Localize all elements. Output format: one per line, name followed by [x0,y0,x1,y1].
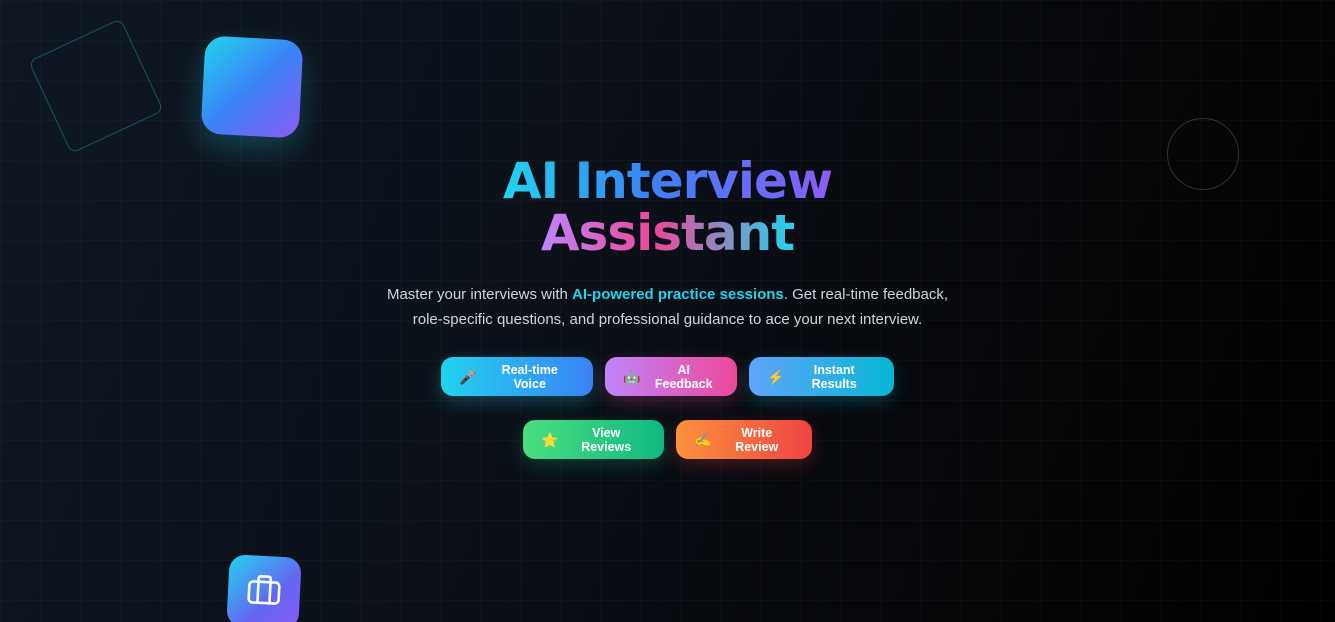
title-line-2: Assistant [540,204,795,262]
feature-button-row: 🎤 Real-time Voice 🤖 AI Feedback ⚡ Instan… [0,357,1335,396]
instant-results-label: Instant Results [811,362,857,391]
ai-feedback-button[interactable]: 🤖 AI Feedback [605,357,737,396]
decorative-gradient-square [200,35,304,139]
robot-icon: 🤖 [623,368,641,385]
view-reviews-label: View Reviews [581,425,632,454]
microphone-icon: 🎤 [459,368,477,385]
write-review-button[interactable]: ✍ Write Review [676,420,812,459]
decorative-briefcase-tile [226,554,302,622]
title-line-1: AI Interview [502,152,833,210]
hero-section: AI Interview Assistant Master your inter… [0,155,1335,459]
hero-subtitle: Master your interviews with AI-powered p… [383,283,953,332]
subtitle-text-start: Master your interviews with [386,286,573,303]
page-title: AI Interview Assistant [0,155,1335,259]
view-reviews-button[interactable]: ⭐ View Reviews [523,420,664,459]
lightning-icon: ⚡ [767,368,785,385]
write-review-label: Write Review [735,425,779,454]
decorative-outline-square [28,18,164,154]
instant-results-button[interactable]: ⚡ Instant Results [749,357,894,396]
review-button-row: ⭐ View Reviews ✍ Write Review [0,420,1335,459]
real-time-voice-button[interactable]: 🎤 Real-time Voice [441,357,593,396]
star-icon: ⭐ [541,431,559,448]
ai-feedback-label: AI Feedback [654,362,713,391]
writing-hand-icon: ✍ [694,431,712,448]
briefcase-icon [247,575,281,605]
subtitle-highlight: AI-powered practice sessions [572,286,784,303]
real-time-voice-label: Real-time Voice [501,362,558,391]
